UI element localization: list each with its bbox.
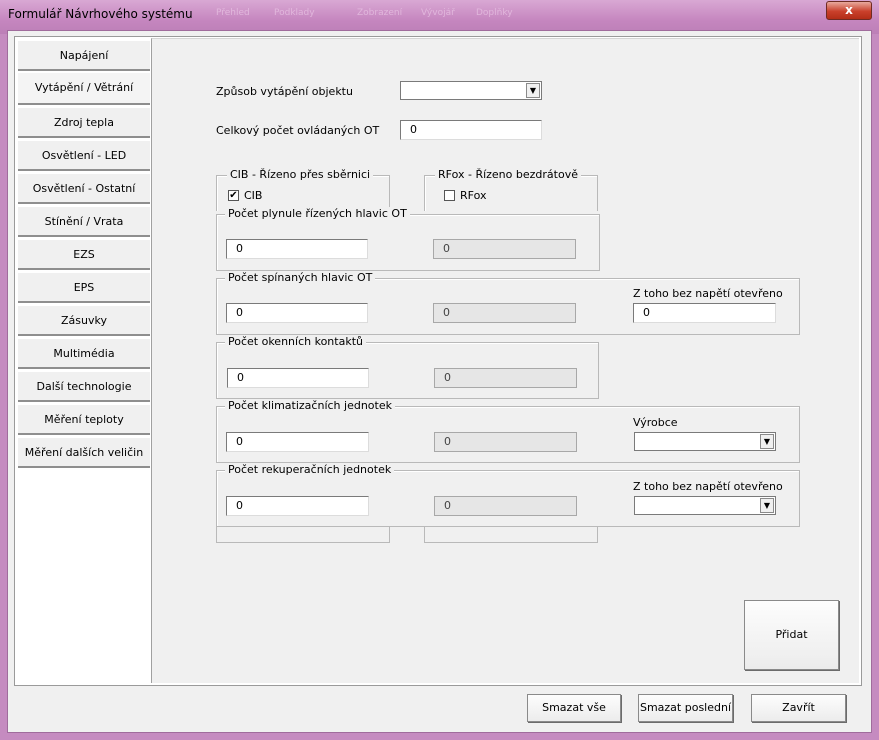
recup-no-power-open-select[interactable]: ▼ — [634, 496, 776, 515]
rfox-group-tail — [424, 527, 598, 543]
heating-method-label: Způsob vytápění objektu — [216, 85, 353, 98]
switched-heads-caption: Počet spínaných hlavic OT — [225, 271, 376, 284]
window-title: Formulář Návrhového systému — [8, 7, 193, 21]
recup-units-input[interactable]: 0 — [226, 496, 369, 516]
ac-units-input[interactable]: 0 — [226, 432, 369, 452]
ac-units-computed: 0 — [434, 432, 577, 452]
window-contacts-caption: Počet okenních kontaktů — [225, 335, 366, 348]
window-frame-bottom — [0, 733, 879, 740]
ac-units-caption: Počet klimatizačních jednotek — [225, 399, 395, 412]
tab-mereni-dalsich-velicin[interactable]: Měření dalších veličin — [18, 437, 150, 468]
tab-vytapeni-vetrani[interactable]: Vytápění / Větrání — [18, 72, 150, 105]
close-button[interactable]: Zavřít — [751, 694, 846, 722]
tab-stineni-vrata[interactable]: Stínění / Vrata — [18, 206, 150, 237]
recup-units-computed: 0 — [434, 496, 577, 516]
switched-heads-input[interactable]: 0 — [226, 303, 368, 323]
tab-dalsi-technologie[interactable]: Další technologie — [18, 371, 150, 402]
smooth-heads-caption: Počet plynule řízených hlavic OT — [225, 207, 410, 220]
cib-group-tail — [216, 527, 390, 543]
tab-eps[interactable]: EPS — [18, 272, 150, 303]
recup-no-power-open-label: Z toho bez napětí otevřeno — [633, 480, 783, 493]
dropdown-arrow-icon[interactable]: ▼ — [526, 83, 540, 98]
tab-osvetleni-ostatni[interactable]: Osvětlení - Ostatní — [18, 173, 150, 204]
add-button[interactable]: Přidat — [744, 600, 839, 670]
smooth-heads-computed: 0 — [433, 239, 576, 259]
recup-units-caption: Počet rekuperačních jednotek — [225, 463, 395, 476]
switched-heads-computed: 0 — [433, 303, 576, 323]
heating-method-select[interactable]: ▼ — [400, 81, 542, 100]
tab-zdroj-tepla[interactable]: Zdroj tepla — [18, 107, 150, 138]
close-window-button[interactable]: x — [826, 1, 872, 20]
total-ot-label: Celkový počet ovládaných OT — [216, 124, 380, 137]
rfox-checkbox-label: RFox — [460, 189, 487, 202]
manufacturer-label: Výrobce — [633, 416, 678, 429]
tab-multimedia[interactable]: Multimédia — [18, 338, 150, 369]
tab-ezs[interactable]: EZS — [18, 239, 150, 270]
manufacturer-select[interactable]: ▼ — [634, 432, 776, 451]
tab-osvetleni-led[interactable]: Osvětlení - LED — [18, 140, 150, 171]
switched-no-power-open-label: Z toho bez napětí otevřeno — [633, 287, 783, 300]
cib-checkbox[interactable]: ✔ — [228, 190, 239, 201]
clear-all-button[interactable]: Smazat vše — [527, 694, 621, 722]
clear-last-button[interactable]: Smazat poslední — [638, 694, 733, 722]
tab-napajeni[interactable]: Napájení — [18, 40, 150, 71]
ghost-tab: Podklady — [274, 8, 315, 18]
switched-no-power-open-input[interactable]: 0 — [633, 303, 776, 323]
cib-group: CIB - Řízeno přes sběrnici — [216, 168, 390, 211]
cib-checkbox-label: CIB — [244, 189, 263, 202]
cib-group-caption: CIB - Řízeno přes sběrnici — [227, 168, 374, 181]
ghost-tab: Přehled — [216, 8, 250, 18]
window-contacts-input[interactable]: 0 — [227, 368, 369, 388]
smooth-heads-input[interactable]: 0 — [226, 239, 368, 259]
rfox-checkbox[interactable] — [444, 190, 455, 201]
ghost-tab: Zobrazení — [357, 8, 403, 18]
ghost-tab: Vývojář — [421, 8, 455, 18]
dropdown-arrow-icon[interactable]: ▼ — [760, 498, 774, 513]
check-icon: ✔ — [229, 190, 238, 201]
window-contacts-computed: 0 — [434, 368, 577, 388]
total-ot-input[interactable]: 0 — [400, 120, 542, 140]
tab-zasuvky[interactable]: Zásuvky — [18, 305, 150, 336]
tab-mereni-teploty[interactable]: Měření teploty — [18, 404, 150, 435]
dropdown-arrow-icon[interactable]: ▼ — [760, 434, 774, 449]
ghost-tab: Doplňky — [476, 8, 513, 18]
close-icon: x — [845, 3, 853, 17]
rfox-group-caption: RFox - Řízeno bezdrátově — [435, 168, 581, 181]
